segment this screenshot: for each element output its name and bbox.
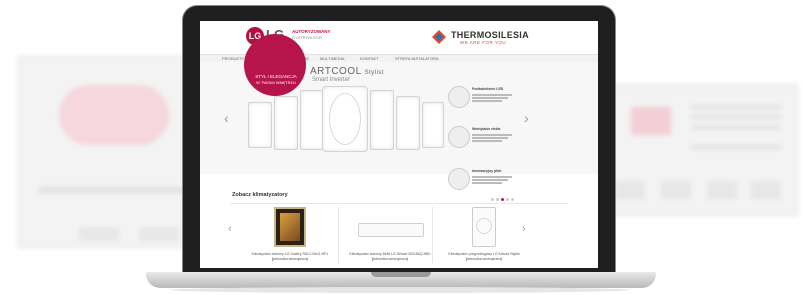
background-page-right: [600, 84, 798, 216]
slide-dot[interactable]: [511, 198, 514, 201]
hero-prev-arrow[interactable]: ‹: [224, 110, 229, 126]
authorized-label: AUTORYZOWANY: [292, 29, 331, 34]
partner-slogan: WE ARE FOR YOU: [460, 40, 507, 45]
feature-image: [448, 126, 470, 148]
thermosilesia-logo-icon[interactable]: [432, 30, 446, 44]
ac-unit: [396, 96, 420, 150]
distributor-label: DYSTRYBUTOR: [292, 35, 323, 40]
hero-next-arrow[interactable]: ›: [524, 110, 529, 126]
slider-pagination: [491, 198, 521, 202]
slide-dot[interactable]: [496, 198, 499, 201]
nav-item-kontakt[interactable]: KONTAKT: [360, 56, 379, 61]
slide-dot-active[interactable]: [501, 198, 504, 201]
partner-name[interactable]: THERMOSILESIA: [451, 30, 529, 40]
ac-unit: [274, 96, 298, 150]
product-image[interactable]: [358, 223, 424, 237]
section-title: Zobacz klimatyzatory: [232, 192, 288, 198]
laptop-screen: LG LG Life's Good AUTORYZOWANY DYSTRYBUT…: [200, 21, 598, 268]
hero-slider: STYL I ELEGANCJA W TWOIM WNĘTRZU ARTCOOL…: [200, 34, 598, 190]
ac-unit-featured: [322, 86, 368, 152]
hero-title: ARTCOOL Stylist: [310, 66, 385, 77]
product-caption[interactable]: Klimatyzator ścienny Multi LG Deluxe MS1…: [340, 252, 440, 261]
product-image[interactable]: [274, 207, 306, 247]
feature-image: [448, 168, 470, 190]
product-caption[interactable]: Klimatyzator przypodłogowy LG Artcool St…: [434, 252, 534, 261]
product-image[interactable]: [472, 207, 496, 247]
product-card[interactable]: Klimatyzator przypodłogowy LG Artcool St…: [434, 207, 534, 263]
hero-subtitle: Smart Inverter: [312, 77, 351, 83]
product-card[interactable]: Klimatyzator ścienny Multi LG Deluxe MS1…: [340, 207, 440, 263]
hero-badge: [244, 34, 306, 96]
product-card[interactable]: Klimatyzator ścienny LG Gallery RAC12AH1…: [240, 207, 340, 263]
laptop-base: [146, 272, 656, 288]
hero-badge-line1: STYL I ELEGANCJA: [255, 74, 297, 79]
nav-item-multimedia[interactable]: MULTIMEDIA: [320, 56, 344, 61]
hero-badge-line2: W TWOIM WNĘTRZU: [256, 80, 296, 85]
nav-item-produkty[interactable]: PRODUKTY: [222, 56, 244, 61]
ac-unit: [422, 102, 444, 148]
slide-dot[interactable]: [491, 198, 494, 201]
products-prev-arrow[interactable]: ‹: [228, 223, 232, 235]
nav-item-strefa-instalatora[interactable]: STREFA INSTALATORA: [395, 56, 439, 61]
ac-unit: [370, 90, 394, 150]
ac-unit: [248, 102, 272, 148]
product-caption[interactable]: Klimatyzator ścienny LG Gallery RAC12AH1…: [240, 252, 340, 261]
feature-image: [448, 86, 470, 108]
slide-dot[interactable]: [506, 198, 509, 201]
ac-unit: [300, 90, 324, 150]
